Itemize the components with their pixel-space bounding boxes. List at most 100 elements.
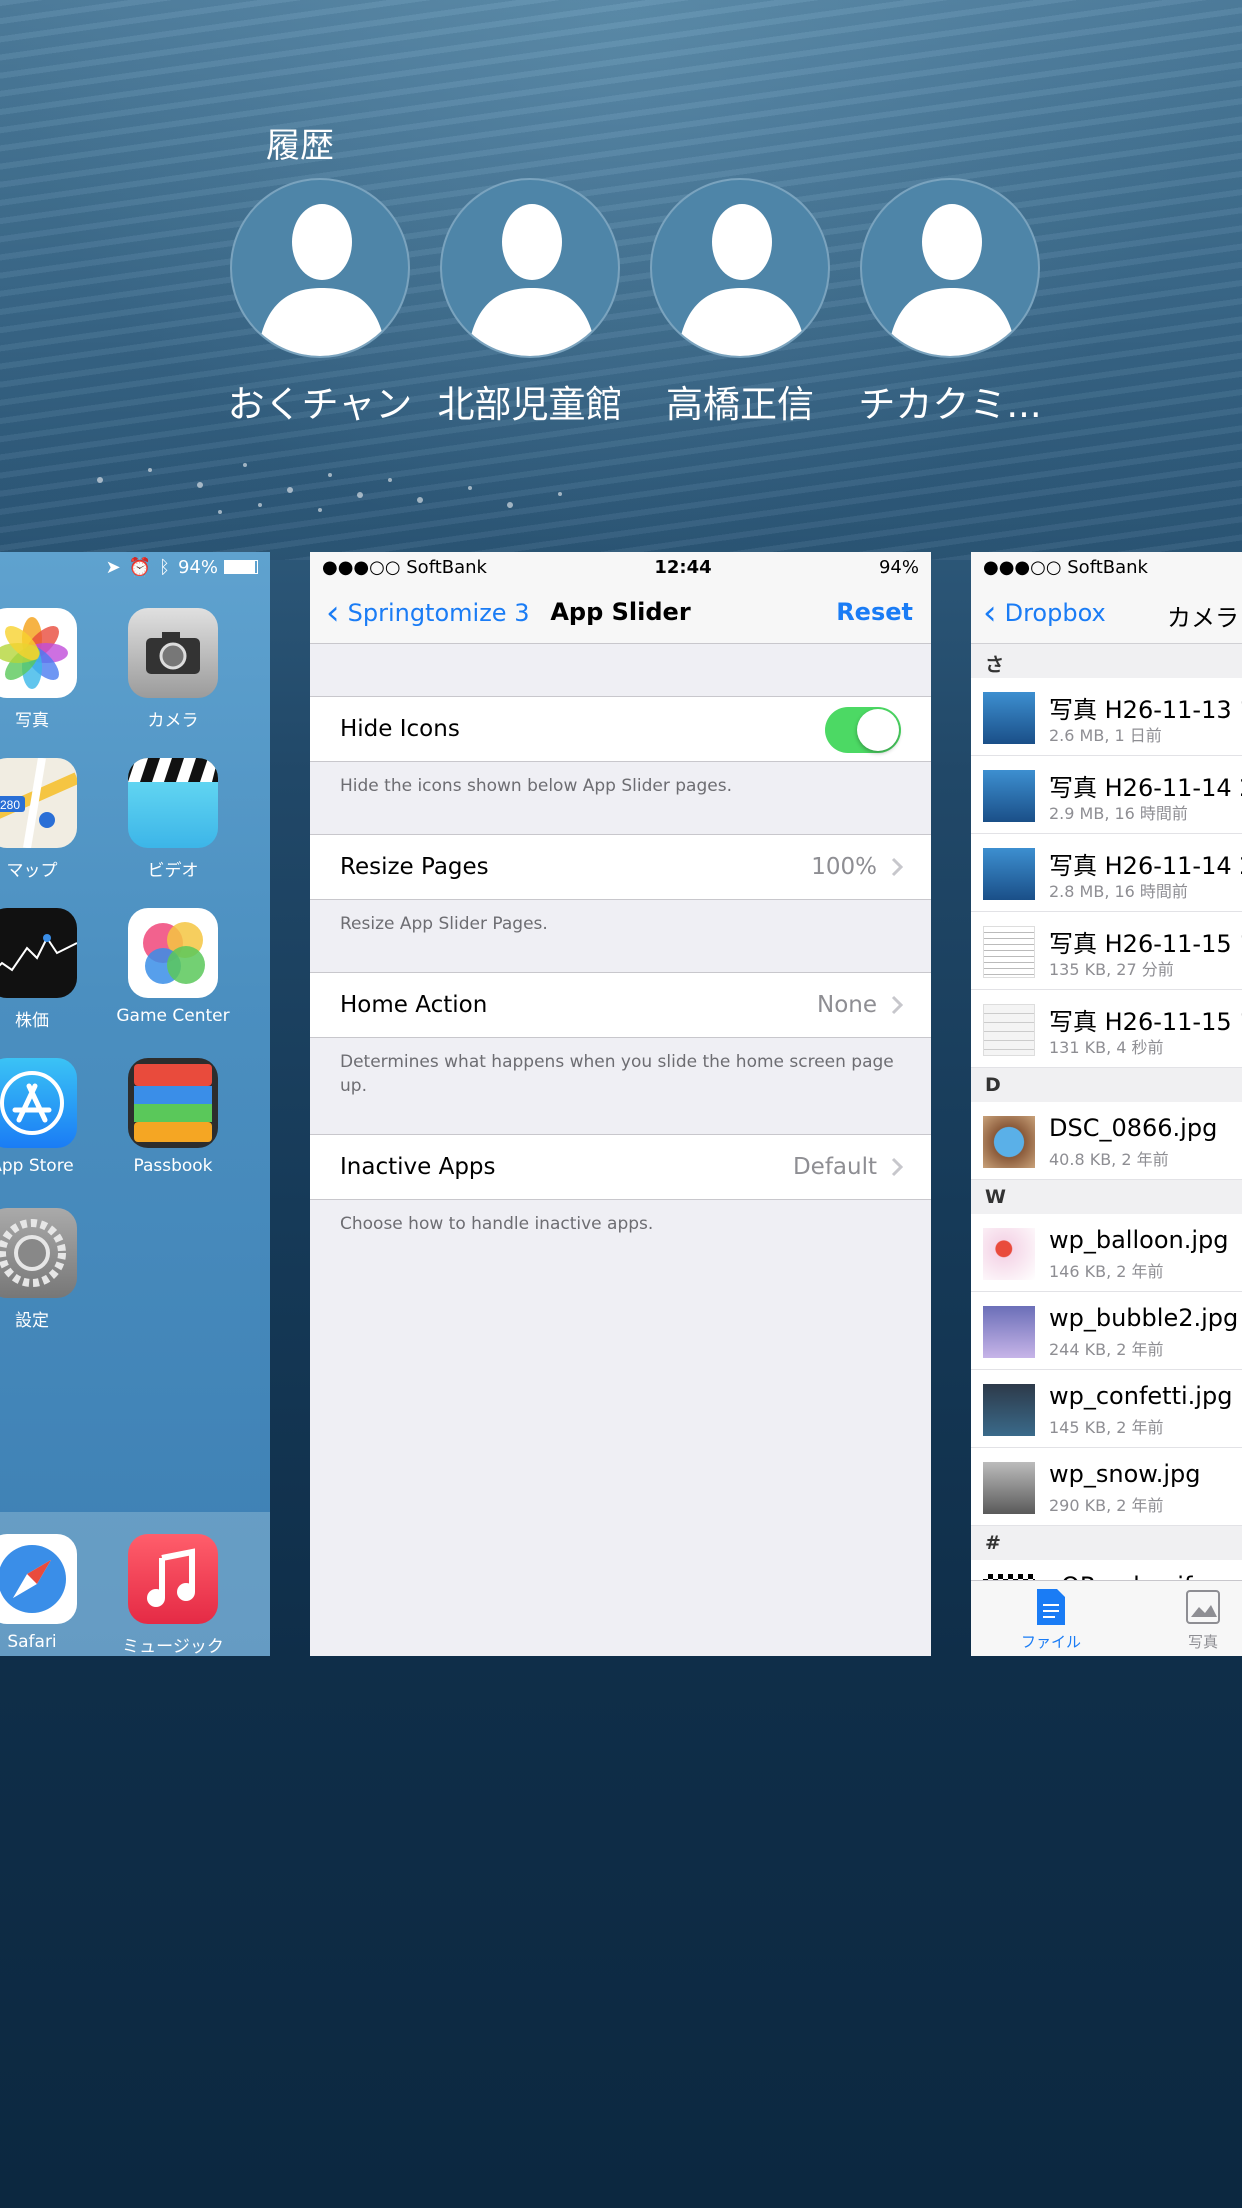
file-name: wp_snow.jpg <box>1049 1460 1201 1488</box>
file-thumbnail <box>983 1384 1035 1436</box>
app-camera[interactable]: カメラ <box>113 608 233 731</box>
section-header: # <box>971 1526 1242 1560</box>
file-row[interactable]: 写真 H26-11-15 1 131 KB, 4 秒前 <box>971 990 1242 1068</box>
file-thumbnail <box>983 1004 1035 1056</box>
file-name: DSC_0866.jpg <box>1049 1114 1218 1142</box>
file-row[interactable]: wp_bubble2.jpg 244 KB, 2 年前 <box>971 1292 1242 1370</box>
contact-name: おくチャン <box>227 383 413 426</box>
app-settings[interactable]: 設定 <box>0 1208 92 1331</box>
page-title: カメラ <box>1167 604 1239 632</box>
photo-icon <box>1186 1590 1220 1624</box>
row-footer: Hide the icons shown below App Slider pa… <box>340 776 732 796</box>
file-meta: 135 KB, 27 分前 <box>1049 960 1174 979</box>
file-row[interactable]: wp_confetti.jpg 145 KB, 2 年前 <box>971 1370 1242 1448</box>
row-footer: Determines what happens when you slide t… <box>340 1052 894 1096</box>
app-videos[interactable]: ビデオ <box>113 758 233 881</box>
app-label: ビデオ <box>147 861 199 881</box>
file-name: 写真 H26-11-14 2 <box>1049 852 1242 880</box>
app-label: Safari <box>7 1632 57 1652</box>
app-safari[interactable]: Safari <box>0 1534 92 1652</box>
avatar <box>860 178 1040 358</box>
settings-card[interactable]: ●●●○○ SoftBank 12:44 94% ‹ Springtomize … <box>310 552 931 1656</box>
videos-icon <box>128 758 218 848</box>
file-thumbnail <box>983 1116 1035 1168</box>
bluetooth-icon: ᛒ <box>159 556 170 578</box>
person-silhouette-icon <box>257 204 387 356</box>
tab-bar: ファイル 写真 <box>971 1580 1242 1656</box>
file-meta: 131 KB, 4 秒前 <box>1049 1038 1164 1057</box>
app-label: ミュージック <box>122 1637 224 1656</box>
svg-text:280: 280 <box>0 798 20 812</box>
tab-files[interactable]: ファイル <box>991 1587 1111 1652</box>
maps-icon: 280 <box>0 758 77 848</box>
app-label: Game Center <box>116 1006 230 1026</box>
stocks-icon <box>0 908 77 998</box>
file-thumbnail <box>983 848 1035 900</box>
file-row[interactable]: 写真 H26-11-15 1 135 KB, 27 分前 <box>971 912 1242 990</box>
app-app-store[interactable]: App Store <box>0 1058 92 1176</box>
row-home-action[interactable]: Home Action None <box>310 972 931 1038</box>
app-music[interactable]: ミュージック <box>113 1534 233 1656</box>
photos-icon <box>0 608 77 698</box>
file-name: 写真 H26-11-13 1 <box>1049 696 1242 724</box>
app-stocks[interactable]: 株価 <box>0 908 92 1031</box>
alarm-icon: ⏰ <box>128 556 152 578</box>
app-game-center[interactable]: Game Center <box>113 908 233 1026</box>
file-row[interactable]: 写真 H26-11-14 2 2.8 MB, 16 時間前 <box>971 834 1242 912</box>
music-icon <box>128 1534 218 1624</box>
section-header: D <box>971 1068 1242 1102</box>
row-footer: Resize App Slider Pages. <box>340 914 548 934</box>
back-button[interactable]: ‹ Dropbox <box>983 596 1106 630</box>
nav-bar: ‹ Dropbox カメラ <box>971 582 1242 644</box>
file-meta: 2.9 MB, 16 時間前 <box>1049 804 1188 823</box>
chevron-right-icon <box>891 1157 903 1177</box>
file-meta: 145 KB, 2 年前 <box>1049 1418 1164 1437</box>
file-meta: 146 KB, 2 年前 <box>1049 1262 1164 1281</box>
contact-item[interactable]: おくチャン <box>215 178 425 428</box>
file-row[interactable]: 写真 H26-11-14 2 2.9 MB, 16 時間前 <box>971 756 1242 834</box>
carrier: ●●●○○ SoftBank <box>322 556 487 578</box>
contact-item[interactable]: 高橋正信 <box>635 178 845 428</box>
row-resize-pages[interactable]: Resize Pages 100% <box>310 834 931 900</box>
dropbox-card[interactable]: ●●●○○ SoftBank ‹ Dropbox カメラ さ 写真 H26-11… <box>971 552 1242 1656</box>
contact-name: 高橋正信 <box>666 383 814 426</box>
app-maps[interactable]: 280 マップ <box>0 758 92 881</box>
contact-item[interactable]: チカクミ... <box>845 178 1055 428</box>
clock: 12:44 <box>654 556 712 578</box>
row-label: Hide Icons <box>340 716 460 742</box>
row-hide-icons[interactable]: Hide Icons <box>310 696 931 762</box>
dock: Safari ミュージック <box>0 1512 270 1656</box>
app-passbook[interactable]: Passbook <box>113 1058 233 1176</box>
reset-button[interactable]: Reset <box>836 598 913 626</box>
app-label: 設定 <box>15 1311 49 1331</box>
row-label: Home Action <box>340 992 488 1018</box>
app-label: カメラ <box>147 711 199 731</box>
hide-icons-toggle[interactable] <box>825 707 901 753</box>
status-bar: ●●●○○ SoftBank <box>971 552 1242 582</box>
battery-icon <box>224 560 258 574</box>
recents-title: 履歴 <box>266 126 334 166</box>
file-row[interactable]: 写真 H26-11-13 1 2.6 MB, 1 日前 <box>971 678 1242 756</box>
row-inactive-apps[interactable]: Inactive Apps Default <box>310 1134 931 1200</box>
row-label: Resize Pages <box>340 854 489 880</box>
tab-photos[interactable]: 写真 <box>1143 1587 1242 1652</box>
row-value: Default <box>792 1154 877 1180</box>
game-center-icon <box>128 908 218 998</box>
row-footer: Choose how to handle inactive apps. <box>340 1214 654 1234</box>
file-row[interactable]: wp_snow.jpg 290 KB, 2 年前 <box>971 1448 1242 1526</box>
file-meta: 290 KB, 2 年前 <box>1049 1496 1164 1515</box>
passbook-icon <box>128 1058 218 1148</box>
file-row[interactable]: DSC_0866.jpg 40.8 KB, 2 年前 <box>971 1102 1242 1180</box>
avatar <box>230 178 410 358</box>
app-photos[interactable]: 写真 <box>0 608 92 731</box>
file-row[interactable]: wp_balloon.jpg 146 KB, 2 年前 <box>971 1214 1242 1292</box>
file-meta: 40.8 KB, 2 年前 <box>1049 1150 1169 1169</box>
contact-item[interactable]: 北部児童館 <box>425 178 635 428</box>
file-thumbnail <box>983 1228 1035 1280</box>
row-value: 100% <box>811 854 877 880</box>
avatar <box>440 178 620 358</box>
nav-bar: ‹ Springtomize 3 App Slider Reset <box>310 582 931 644</box>
home-screen-card[interactable]: ➤ ⏰ ᛒ 94% 写真 カメラ 280 マップ ビデオ 株価 Game Cen… <box>0 552 270 1656</box>
file-thumbnail <box>983 1306 1035 1358</box>
file-name: wp_confetti.jpg <box>1049 1382 1233 1410</box>
